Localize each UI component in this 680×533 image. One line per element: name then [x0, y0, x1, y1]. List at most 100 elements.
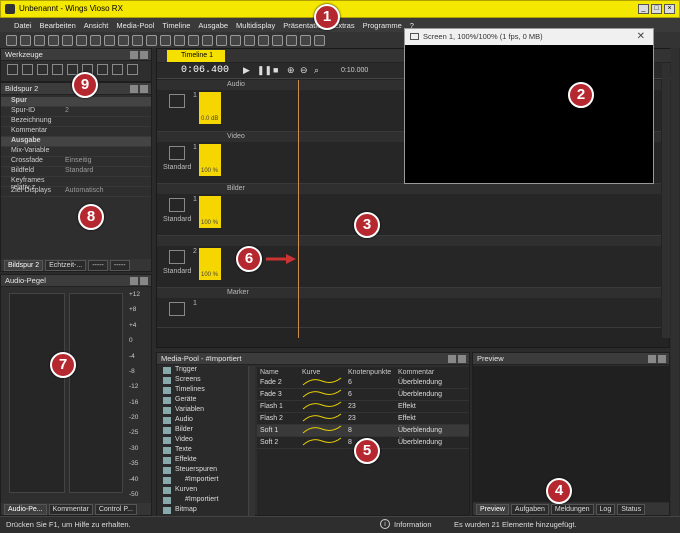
- move-tool-icon[interactable]: [97, 64, 108, 75]
- panel-menu-icon[interactable]: [648, 355, 656, 363]
- track-clip[interactable]: 100 %: [199, 144, 221, 176]
- menu-multidisplay[interactable]: Multidisplay: [236, 21, 275, 30]
- tree-item[interactable]: #Importiert: [157, 496, 248, 506]
- tab-control-panel[interactable]: Control P...: [94, 503, 137, 515]
- panel-close-icon[interactable]: [658, 355, 666, 363]
- tab-blank-2[interactable]: -----: [109, 259, 130, 271]
- tab-blank-1[interactable]: -----: [88, 259, 108, 271]
- tab-status[interactable]: Status: [617, 503, 646, 515]
- property-row[interactable]: Bezeichnung: [1, 117, 151, 127]
- tree-item[interactable]: Steuerspuren: [157, 466, 248, 476]
- property-row[interactable]: Bildfeld Standard: [1, 167, 151, 177]
- tab-echtzeit[interactable]: Echtzeit-...: [45, 259, 87, 271]
- tree-item[interactable]: Kurven: [157, 486, 248, 496]
- tree-item[interactable]: Geräte: [157, 396, 248, 406]
- timeline-track[interactable]: Bilder 1 Standard 100 %: [157, 184, 661, 236]
- tab-meldungen[interactable]: Meldungen: [550, 503, 594, 515]
- monitor-icon[interactable]: [258, 34, 269, 46]
- gear-icon[interactable]: [286, 34, 297, 46]
- timeline-scrollbar[interactable]: [662, 63, 670, 338]
- property-row[interactable]: Crossfade Einseitig: [1, 157, 151, 167]
- tree-item[interactable]: Screens: [157, 376, 248, 386]
- select-tool-icon[interactable]: [7, 64, 18, 75]
- table-row[interactable]: Flash 2 23 Effekt: [257, 412, 469, 425]
- menu-timeline[interactable]: Timeline: [162, 21, 190, 30]
- panel-menu-icon[interactable]: [130, 85, 138, 93]
- property-row[interactable]: Kommentar: [1, 127, 151, 137]
- screen-icon[interactable]: [244, 34, 255, 46]
- table-row[interactable]: Fade 2 6 Überblendung: [257, 377, 469, 389]
- table-row[interactable]: Soft 1 8 Überblendung: [257, 424, 469, 437]
- property-row[interactable]: Mix-Variable: [1, 147, 151, 157]
- curve-tool-icon[interactable]: [52, 64, 63, 75]
- new-icon[interactable]: [6, 34, 17, 46]
- settings-icon[interactable]: [146, 34, 157, 46]
- undo-icon[interactable]: [104, 34, 115, 46]
- tab-aufgaben[interactable]: Aufgaben: [510, 503, 549, 515]
- menu-datei[interactable]: Datei: [14, 21, 32, 30]
- track-clip[interactable]: 100 %: [199, 196, 221, 228]
- delete-icon[interactable]: [132, 34, 143, 46]
- col-comment[interactable]: Kommentar: [395, 367, 469, 377]
- marker-tool-icon[interactable]: [127, 64, 138, 75]
- cut-icon[interactable]: [62, 34, 73, 46]
- zoom-out-icon[interactable]: ⊖: [300, 65, 308, 76]
- tree-item[interactable]: Texte: [157, 446, 248, 456]
- redo-icon[interactable]: [118, 34, 129, 46]
- pause-button[interactable]: ❚❚: [257, 65, 272, 76]
- timeline-track[interactable]: 2 Standard 100 %: [157, 236, 661, 288]
- tree-item[interactable]: Bitmap: [157, 506, 248, 516]
- play-button[interactable]: ▶: [243, 65, 250, 76]
- property-section[interactable]: Spur: [1, 97, 151, 107]
- table-row[interactable]: Flash 1 23 Effekt: [257, 400, 469, 413]
- device-icon[interactable]: [202, 34, 213, 46]
- minimize-button[interactable]: _: [638, 4, 649, 14]
- zoom-tool-icon[interactable]: [112, 64, 123, 75]
- tree-item[interactable]: Timelines: [157, 386, 248, 396]
- panel-menu-icon[interactable]: [130, 51, 138, 59]
- panel-close-icon[interactable]: [140, 85, 148, 93]
- property-row[interactable]: Spur-ID 2: [1, 107, 151, 117]
- tree-item[interactable]: #Importiert: [157, 476, 248, 486]
- playhead[interactable]: [298, 80, 299, 338]
- panel-close-icon[interactable]: [140, 277, 148, 285]
- copy-icon[interactable]: [76, 34, 87, 46]
- property-section[interactable]: Ausgabe: [1, 137, 151, 147]
- menu-ansicht[interactable]: Ansicht: [84, 21, 109, 30]
- panel-close-icon[interactable]: [140, 51, 148, 59]
- play-icon[interactable]: [216, 34, 227, 46]
- panel-close-icon[interactable]: [458, 355, 466, 363]
- tree-item[interactable]: Effekte: [157, 456, 248, 466]
- tab-preview[interactable]: Preview: [476, 503, 509, 515]
- tree-item[interactable]: Audio: [157, 416, 248, 426]
- property-row[interactable]: Ziel-Displays Automatisch: [1, 187, 151, 197]
- col-curve[interactable]: Kurve: [299, 367, 345, 377]
- help-icon[interactable]: [300, 34, 311, 46]
- col-name[interactable]: Name: [257, 367, 299, 377]
- zoom-in-icon[interactable]: ⊕: [287, 65, 295, 76]
- tab-kommentar[interactable]: Kommentar: [48, 503, 93, 515]
- panel-menu-icon[interactable]: [448, 355, 456, 363]
- menu-media-pool[interactable]: Media-Pool: [116, 21, 154, 30]
- table-row[interactable]: Fade 3 6 Überblendung: [257, 388, 469, 401]
- panel-menu-icon[interactable]: [130, 277, 138, 285]
- screen-close-icon[interactable]: ✕: [637, 29, 645, 45]
- timeline-track[interactable]: Marker 1: [157, 288, 661, 328]
- stop-button[interactable]: ■: [273, 65, 278, 75]
- tree-item[interactable]: Video: [157, 436, 248, 446]
- col-nodes[interactable]: Knotenpunkte: [345, 367, 395, 377]
- save-icon[interactable]: [34, 34, 45, 46]
- cut-tool-icon[interactable]: [22, 64, 33, 75]
- paste-icon[interactable]: [90, 34, 101, 46]
- zoom-fit-icon[interactable]: ⌕: [314, 65, 319, 76]
- tab-log[interactable]: Log: [595, 503, 616, 515]
- grid-icon[interactable]: [160, 34, 171, 46]
- close-button[interactable]: ×: [664, 4, 675, 14]
- property-row[interactable]: Keyframes relativ z: [1, 177, 151, 191]
- tree-item[interactable]: Variablen: [157, 406, 248, 416]
- tab-bildspur-2[interactable]: Bildspur 2: [4, 259, 44, 271]
- display-icon[interactable]: [174, 34, 185, 46]
- track-clip[interactable]: 100 %: [199, 248, 221, 280]
- network-icon[interactable]: [188, 34, 199, 46]
- tab-timeline-1[interactable]: Timeline 1: [167, 50, 225, 62]
